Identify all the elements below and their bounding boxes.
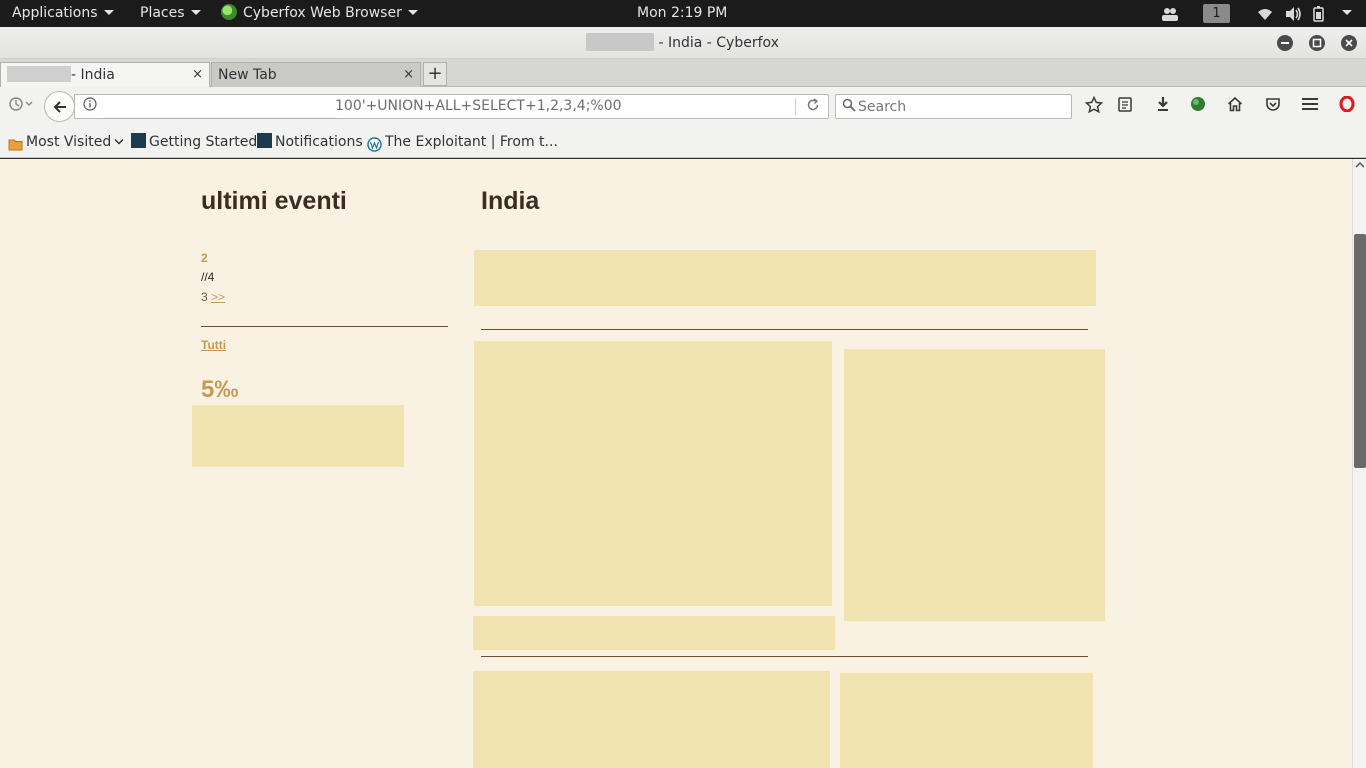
workspace-indicator[interactable]: 1 <box>1203 4 1230 23</box>
tab-close-icon[interactable]: × <box>192 63 203 87</box>
bookmark-star-icon[interactable] <box>1083 95 1105 118</box>
minimize-icon <box>1281 42 1289 44</box>
places-menu[interactable]: Places <box>140 0 201 27</box>
sidebar-line-3: 3 >> <box>201 290 225 304</box>
wordpress-icon <box>367 133 382 152</box>
close-window-button[interactable] <box>1341 35 1357 51</box>
back-arrow-icon <box>53 101 66 113</box>
bookmark-notifications[interactable]: Notifications <box>257 127 363 158</box>
search-input[interactable] <box>858 95 1068 118</box>
tab-label: New Tab <box>218 67 277 83</box>
chevron-down-icon <box>114 138 124 145</box>
window-title: - India - Cyberfox <box>586 27 779 59</box>
tab-strip: - India × New Tab × + <box>0 59 1366 87</box>
bookmarks-toolbar: Most Visited Getting Started Notificatio… <box>0 127 1366 158</box>
battery-icon[interactable] <box>1313 0 1331 27</box>
extension-globe-icon[interactable] <box>1187 96 1209 118</box>
people-icon[interactable] <box>1161 0 1181 27</box>
content-image-bottom-right[interactable] <box>840 673 1093 768</box>
bookmark-label: Getting Started <box>149 134 258 150</box>
redacted-block <box>103 96 337 118</box>
app-menu-label: Cyberfox Web Browser <box>243 5 402 21</box>
site-info-icon[interactable] <box>79 96 101 118</box>
page-scrollbar[interactable] <box>1352 159 1366 768</box>
tab-new-tab[interactable]: New Tab × <box>211 62 421 87</box>
top-ad-banner[interactable] <box>474 250 1096 306</box>
cyberfox-bookmark-icon <box>131 133 146 148</box>
tab-label: - India <box>71 67 115 83</box>
content-image-left[interactable] <box>474 341 832 606</box>
app-menu[interactable]: Cyberfox Web Browser <box>221 0 418 27</box>
opera-icon[interactable] <box>1336 95 1358 118</box>
content-image-right[interactable] <box>844 349 1105 621</box>
url-divider <box>795 98 796 115</box>
page-title: India <box>481 187 540 215</box>
scroll-up-icon[interactable] <box>1355 161 1365 169</box>
volume-icon[interactable] <box>1285 0 1303 27</box>
applications-menu[interactable]: Applications <box>12 0 114 27</box>
downloads-icon[interactable] <box>1152 96 1174 118</box>
redacted-block <box>7 65 71 82</box>
new-tab-button[interactable]: + <box>423 62 447 86</box>
chevron-down-icon <box>1342 9 1352 15</box>
sidebar-heading: ultimi eventi <box>201 187 347 215</box>
main-divider-2 <box>481 656 1088 657</box>
clock[interactable]: Mon 2:19 PM <box>637 0 727 27</box>
chevron-down-icon <box>103 9 114 15</box>
navigation-toolbar: 100'+UNION+ALL+SELECT+1,2,3,4;%00 <box>0 87 1366 127</box>
window-title-text: - India - Cyberfox <box>658 35 779 51</box>
tab-india[interactable]: - India × <box>0 62 210 87</box>
pocket-icon[interactable] <box>1262 96 1284 118</box>
sidebar-line-2: //4 <box>201 270 215 284</box>
bookmark-most-visited[interactable]: Most Visited <box>8 127 124 158</box>
history-dropdown-icon[interactable] <box>6 96 36 118</box>
tab-close-icon[interactable]: × <box>403 63 414 87</box>
system-top-bar: Applications Places Cyberfox Web Browser… <box>0 0 1366 27</box>
wifi-icon[interactable] <box>1257 0 1275 27</box>
redacted-block <box>586 32 654 51</box>
search-bar[interactable] <box>835 94 1072 119</box>
applications-menu-label: Applications <box>12 5 98 21</box>
sidebar-divider <box>201 326 448 327</box>
url-text[interactable]: 100'+UNION+ALL+SELECT+1,2,3,4;%00 <box>335 95 622 118</box>
maximize-button[interactable] <box>1309 35 1325 51</box>
reading-list-icon[interactable] <box>1114 96 1136 118</box>
chevron-down-icon <box>407 9 418 15</box>
reload-icon[interactable] <box>802 96 824 118</box>
system-menu[interactable] <box>1336 0 1352 27</box>
bookmark-exploitant[interactable]: The Exploitant | From t... <box>367 127 558 158</box>
bookmark-label: Most Visited <box>26 134 112 150</box>
sidebar-ad-banner[interactable] <box>192 405 404 467</box>
folder-icon <box>8 133 23 151</box>
hamburger-menu-icon[interactable] <box>1299 96 1321 118</box>
main-divider-1 <box>481 329 1088 330</box>
sidebar-line-3-text: 3 <box>201 290 212 304</box>
next-link[interactable]: >> <box>211 290 225 304</box>
back-button[interactable] <box>44 91 75 122</box>
cyberfox-icon <box>221 3 237 20</box>
search-icon <box>838 96 860 118</box>
scrollbar-thumb[interactable] <box>1354 234 1366 468</box>
cyberfox-bookmark-icon <box>257 133 272 148</box>
caption-block[interactable] <box>473 616 835 650</box>
bookmark-getting-started[interactable]: Getting Started <box>131 127 257 158</box>
close-icon <box>1345 39 1353 47</box>
web-page: ultimi eventi India 2 //4 3 >> Tutti 5‰ <box>0 159 1352 768</box>
home-icon[interactable] <box>1224 96 1246 118</box>
minimize-button[interactable] <box>1277 35 1293 51</box>
bookmark-label: Notifications <box>275 134 363 150</box>
sidebar-value: 5‰ <box>201 376 239 403</box>
places-menu-label: Places <box>140 5 185 21</box>
maximize-icon <box>1312 38 1322 48</box>
chevron-down-icon <box>190 9 201 15</box>
content-image-bottom-left[interactable] <box>473 671 830 768</box>
window-title-bar: - India - Cyberfox <box>0 27 1366 59</box>
url-bar[interactable]: 100'+UNION+ALL+SELECT+1,2,3,4;%00 <box>74 94 829 119</box>
bookmark-label: The Exploitant | From t... <box>385 134 558 150</box>
all-events-link[interactable]: Tutti <box>201 338 226 352</box>
sidebar-line-1: 2 <box>201 251 208 265</box>
